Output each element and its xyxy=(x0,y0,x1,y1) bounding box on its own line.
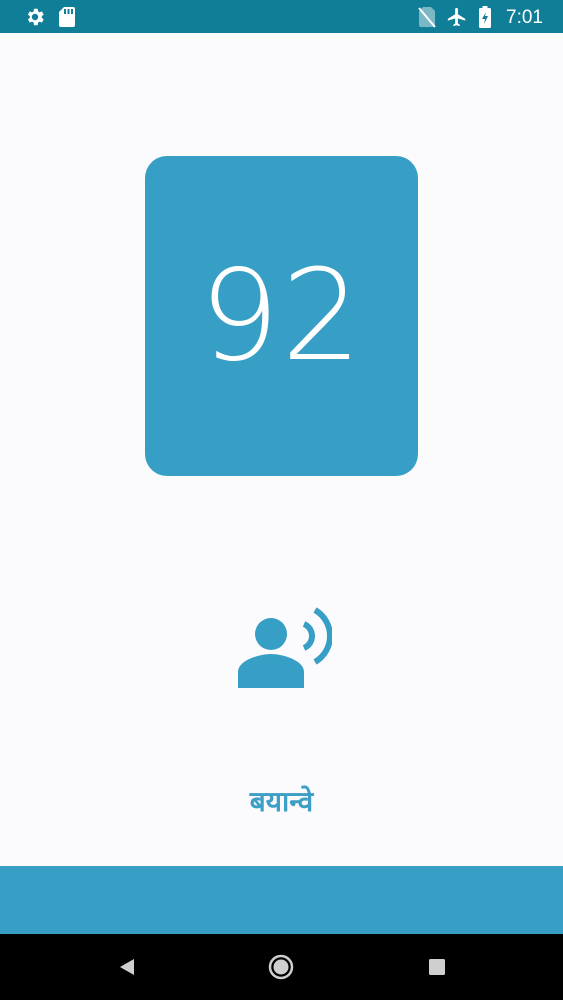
status-left-icons xyxy=(24,6,76,28)
no-sim-icon xyxy=(418,6,436,28)
recents-button[interactable] xyxy=(424,954,450,980)
home-icon xyxy=(268,954,294,980)
airplane-icon xyxy=(446,6,468,28)
back-icon xyxy=(117,957,137,977)
recents-icon xyxy=(428,958,446,976)
sd-card-icon xyxy=(58,6,76,28)
record-voice-over-icon xyxy=(232,602,332,688)
back-button[interactable] xyxy=(114,954,140,980)
gear-icon xyxy=(24,6,46,28)
number-card: 92 xyxy=(145,156,418,476)
home-button[interactable] xyxy=(268,954,294,980)
status-right-icons: 7:01 xyxy=(418,6,543,28)
battery-charging-icon xyxy=(478,6,492,28)
bottom-band xyxy=(0,866,563,934)
number-display: 92 xyxy=(199,242,364,389)
number-word-label: बयान्वे xyxy=(249,785,314,818)
navigation-bar xyxy=(0,934,563,1000)
speak-button[interactable] xyxy=(232,602,332,688)
status-bar: 7:01 xyxy=(0,0,563,33)
status-time: 7:01 xyxy=(506,6,543,28)
